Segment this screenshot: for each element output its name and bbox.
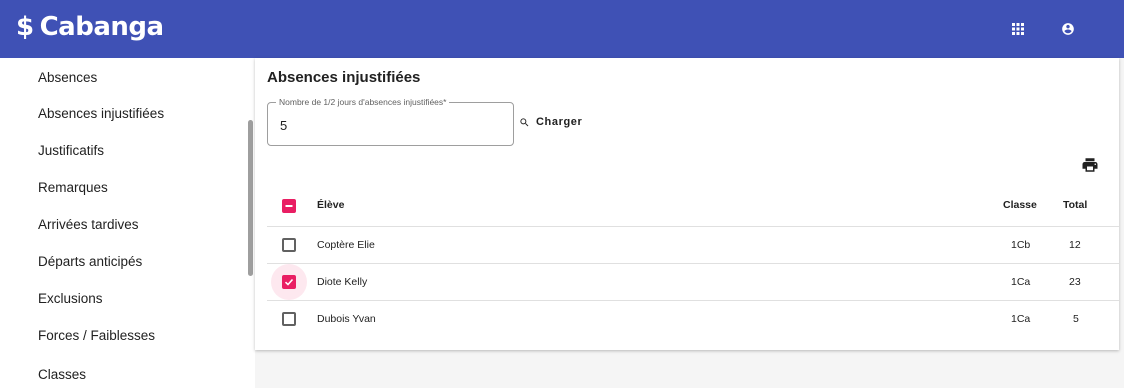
apps-icon[interactable] (1006, 17, 1030, 41)
student-name: Coptère Elie (317, 239, 375, 251)
student-total: 12 (1069, 239, 1081, 251)
table-row[interactable]: Coptère Elie 1Cb 12 (267, 227, 1119, 264)
row-checkbox[interactable] (282, 275, 296, 289)
student-total: 5 (1073, 313, 1079, 325)
header-class[interactable]: Classe (1003, 199, 1037, 211)
app-header: $ Cabanga (0, 0, 1124, 58)
sidebar-scrollbar[interactable] (248, 120, 253, 276)
student-class: 1Ca (1011, 313, 1031, 325)
student-total: 23 (1069, 276, 1081, 288)
page-title: Absences injustifiées (267, 69, 421, 86)
sidebar-item-departs-anticipes[interactable]: Départs anticipés (38, 252, 142, 272)
half-days-field[interactable]: Nombre de 1/2 jours d'absences injustifi… (267, 97, 514, 146)
student-name: Diote Kelly (317, 276, 368, 288)
header-student[interactable]: Élève (317, 199, 344, 211)
table-row[interactable]: Diote Kelly 1Ca 23 (267, 264, 1119, 301)
load-button[interactable]: Charger (519, 116, 582, 128)
table-header: Élève Classe Total (267, 184, 1119, 227)
sidebar-item-exclusions[interactable]: Exclusions (38, 289, 103, 309)
print-icon[interactable] (1081, 156, 1099, 174)
row-checkbox[interactable] (282, 238, 296, 252)
logo-text: Cabanga (39, 12, 164, 42)
sidebar-item-classes[interactable]: Classes (38, 365, 86, 385)
logo-symbol: $ (16, 12, 34, 42)
sidebar-item-absences-injustifiees[interactable]: Absences injustifiées (38, 104, 164, 124)
app-logo[interactable]: $ Cabanga (16, 12, 164, 42)
sidebar-item-justificatifs[interactable]: Justificatifs (38, 141, 104, 161)
sidebar-item-forces-faiblesses[interactable]: Forces / Faiblesses (38, 326, 155, 346)
half-days-input[interactable]: 5 (280, 118, 287, 133)
content-card: Absences injustifiées Nombre de 1/2 jour… (255, 58, 1119, 350)
search-icon (520, 117, 529, 126)
student-name: Dubois Yvan (317, 313, 376, 325)
row-checkbox[interactable] (282, 312, 296, 326)
account-circle-icon[interactable] (1056, 17, 1080, 41)
sidebar-item-absences[interactable]: Absences (38, 68, 97, 88)
table-row[interactable]: Dubois Yvan 1Ca 5 (267, 301, 1119, 338)
sidebar: Absences Absences injustifiées Justifica… (0, 58, 255, 388)
load-button-label: Charger (536, 116, 583, 128)
sidebar-item-remarques[interactable]: Remarques (38, 178, 108, 198)
main-content: Absences injustifiées Nombre de 1/2 jour… (255, 58, 1124, 388)
student-class: 1Ca (1011, 276, 1031, 288)
header-total[interactable]: Total (1063, 199, 1087, 211)
select-all-checkbox[interactable] (282, 199, 296, 213)
student-class: 1Cb (1011, 239, 1031, 251)
half-days-field-label: Nombre de 1/2 jours d'absences injustifi… (276, 97, 450, 107)
sidebar-item-arrivees-tardives[interactable]: Arrivées tardives (38, 215, 139, 235)
